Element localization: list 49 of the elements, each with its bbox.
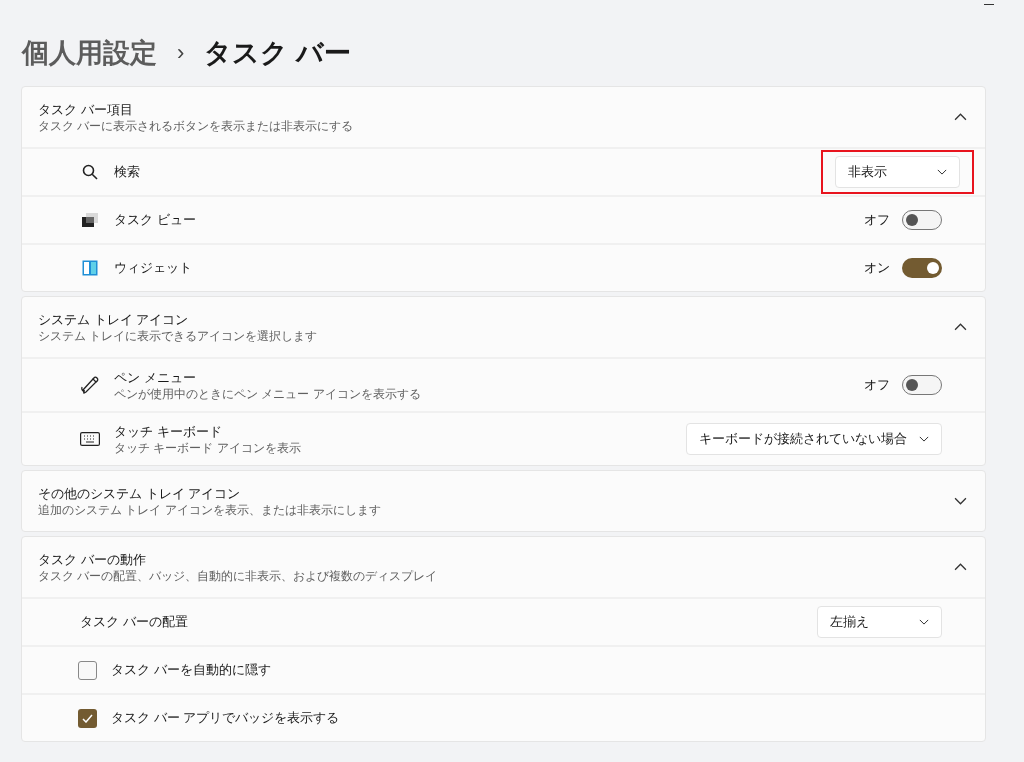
section-header[interactable]: システム トレイ アイコン システム トレイに表示できるアイコンを選択します — [22, 297, 985, 357]
checkbox[interactable] — [78, 708, 97, 728]
task-view-icon — [82, 213, 98, 227]
chevron-down-icon — [919, 619, 929, 625]
keyboard-icon — [80, 432, 100, 446]
setting-label: ペン メニュー — [114, 368, 197, 387]
section-header[interactable]: タスク バー項目 タスク バーに表示されるボタンを表示または非表示にする — [22, 87, 985, 147]
chevron-up-icon — [954, 113, 967, 121]
section-subtitle: タスク バーに表示されるボタンを表示または非表示にする — [38, 119, 354, 135]
breadcrumb-parent[interactable]: 個人用設定 — [22, 36, 157, 70]
dropdown[interactable]: キーボードが接続されていない場合 — [686, 423, 942, 455]
toggle-state-label: オフ — [864, 376, 890, 395]
toggle-switch[interactable] — [902, 258, 942, 278]
section-title: タスク バーの動作 — [38, 550, 147, 569]
section-title: その他のシステム トレイ アイコン — [38, 484, 242, 503]
widgets-icon — [82, 260, 98, 276]
page-title: タスク バー — [204, 37, 351, 70]
toggle-switch[interactable] — [902, 210, 942, 230]
search-icon — [82, 164, 98, 180]
setting-label: タスク バーを自動的に隠す — [111, 661, 271, 680]
chevron-up-icon — [954, 323, 967, 331]
chevron-down-icon — [954, 497, 967, 505]
chevron-down-icon — [937, 169, 947, 175]
checkmark-icon — [82, 713, 93, 723]
toggle-state-label: オフ — [864, 211, 890, 230]
setting-label: ウィジェット — [114, 259, 192, 278]
setting-label: タッチ キーボード — [114, 422, 223, 441]
section-subtitle: タスク バーの配置、バッジ、自動的に非表示、および複数のディスプレイ — [38, 569, 438, 585]
section-title: タスク バー項目 — [38, 100, 134, 119]
chevron-down-icon — [919, 436, 929, 442]
breadcrumb-separator: › — [177, 39, 185, 67]
setting-label: タスク バー アプリでバッジを表示する — [111, 709, 340, 728]
section-header[interactable]: その他のシステム トレイ アイコン 追加のシステム トレイ アイコンを表示、または非表示にします — [22, 471, 985, 531]
checkbox[interactable] — [78, 660, 97, 680]
setting-label: タスク バーの配置 — [80, 613, 188, 632]
setting-label: 検索 — [114, 163, 140, 182]
section-header[interactable]: タスク バーの動作 タスク バーの配置、バッジ、自動的に非表示、および複数のディスプレイ — [22, 537, 985, 597]
dropdown[interactable]: 左揃え — [817, 606, 942, 638]
setting-description: ペンが使用中のときにペン メニュー アイコンを表示する — [114, 387, 421, 403]
section-title: システム トレイ アイコン — [38, 310, 190, 329]
chevron-up-icon — [954, 563, 967, 571]
pen-icon — [80, 375, 100, 395]
section-subtitle: システム トレイに表示できるアイコンを選択します — [38, 329, 318, 345]
toggle-switch[interactable] — [902, 375, 942, 395]
section-subtitle: 追加のシステム トレイ アイコンを表示、または非表示にします — [38, 503, 381, 519]
setting-label: タスク ビュー — [114, 211, 196, 230]
setting-description: タッチ キーボード アイコンを表示 — [114, 441, 301, 457]
dropdown[interactable]: 非表示 — [835, 156, 960, 188]
toggle-state-label: オン — [864, 259, 890, 278]
